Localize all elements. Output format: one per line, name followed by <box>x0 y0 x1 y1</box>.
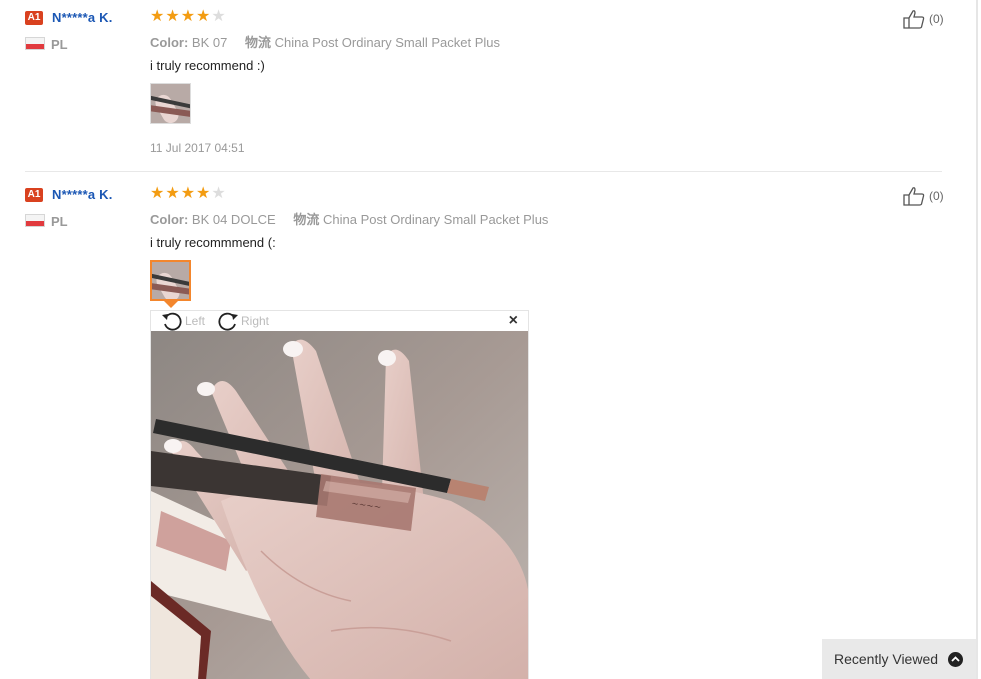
review-text: i truly recommmend (: <box>150 235 276 250</box>
page-right-border <box>976 0 978 679</box>
thumbnail-pointer <box>164 301 178 308</box>
reviewer-name: N*****a K. <box>52 187 113 202</box>
star-rating: ★ ★ ★ ★ ★ <box>150 9 226 25</box>
star-filled-icon: ★ <box>165 185 180 202</box>
rotate-right-button[interactable]: Right <box>217 311 269 331</box>
buyer-level-badge: A1 <box>25 188 43 202</box>
poland-flag-icon <box>25 37 45 50</box>
recently-viewed-label: Recently Viewed <box>834 651 939 667</box>
review-photo-thumbnail-selected[interactable] <box>150 260 191 301</box>
reviewer-country: PL <box>51 37 68 52</box>
thumbs-up-icon <box>903 187 925 206</box>
helpful-count: (0) <box>929 189 944 203</box>
reviewer-name: N*****a K. <box>52 10 113 25</box>
shipping-value: China Post Ordinary Small Packet Plus <box>323 212 549 227</box>
color-value: BK 07 <box>191 35 228 50</box>
helpful-button[interactable]: (0) <box>902 186 944 206</box>
rotate-right-icon <box>218 312 238 331</box>
rotate-left-icon <box>162 312 182 331</box>
order-info: Color: BK 04 DOLCE 物流 China Post Ordinar… <box>150 209 548 228</box>
review-photo-large: ~~~~ <box>151 331 528 679</box>
review-divider <box>25 171 942 172</box>
star-filled-icon: ★ <box>165 8 180 25</box>
photo-viewer: Left Right × ~~~~ <box>150 310 529 679</box>
review-text: i truly recommend :) <box>150 58 265 73</box>
star-filled-icon: ★ <box>180 8 196 25</box>
shipping-value: China Post Ordinary Small Packet Plus <box>274 35 501 50</box>
star-empty-icon: ★ <box>211 8 226 25</box>
chevron-up-circle-icon <box>948 651 964 667</box>
recently-viewed-widget[interactable]: Recently Viewed <box>822 639 976 679</box>
order-info: Color: BK 07 物流 China Post Ordinary Smal… <box>150 32 500 51</box>
review-photo-thumbnail[interactable] <box>150 83 191 124</box>
helpful-button[interactable]: (0) <box>902 9 944 29</box>
review-date: 11 Jul 2017 04:51 <box>150 141 245 155</box>
rotate-right-label: Right <box>241 314 270 328</box>
reviewer-country: PL <box>51 214 68 229</box>
shipping-label: 物流 <box>293 212 320 227</box>
star-filled-icon: ★ <box>150 8 165 25</box>
rotate-left-button[interactable]: Left <box>161 311 205 331</box>
star-filled-icon: ★ <box>180 185 196 202</box>
star-rating: ★ ★ ★ ★ ★ <box>150 186 226 202</box>
star-filled-icon: ★ <box>196 8 211 25</box>
photo-viewer-toolbar: Left Right × <box>151 311 528 331</box>
star-filled-icon: ★ <box>150 185 165 202</box>
review-photo-image: ~~~~ <box>151 331 528 679</box>
star-empty-icon: ★ <box>211 185 226 202</box>
thumbs-up-icon <box>903 10 925 29</box>
helpful-count: (0) <box>929 12 944 26</box>
rotate-left-label: Left <box>185 314 206 328</box>
shipping-label: 物流 <box>244 35 271 50</box>
star-filled-icon: ★ <box>196 185 211 202</box>
color-label: Color: <box>150 212 189 227</box>
close-viewer-button[interactable]: × <box>509 313 518 329</box>
buyer-level-badge: A1 <box>25 11 43 25</box>
color-label: Color: <box>150 35 189 50</box>
poland-flag-icon <box>25 214 45 227</box>
color-value: BK 04 DOLCE <box>191 212 276 227</box>
